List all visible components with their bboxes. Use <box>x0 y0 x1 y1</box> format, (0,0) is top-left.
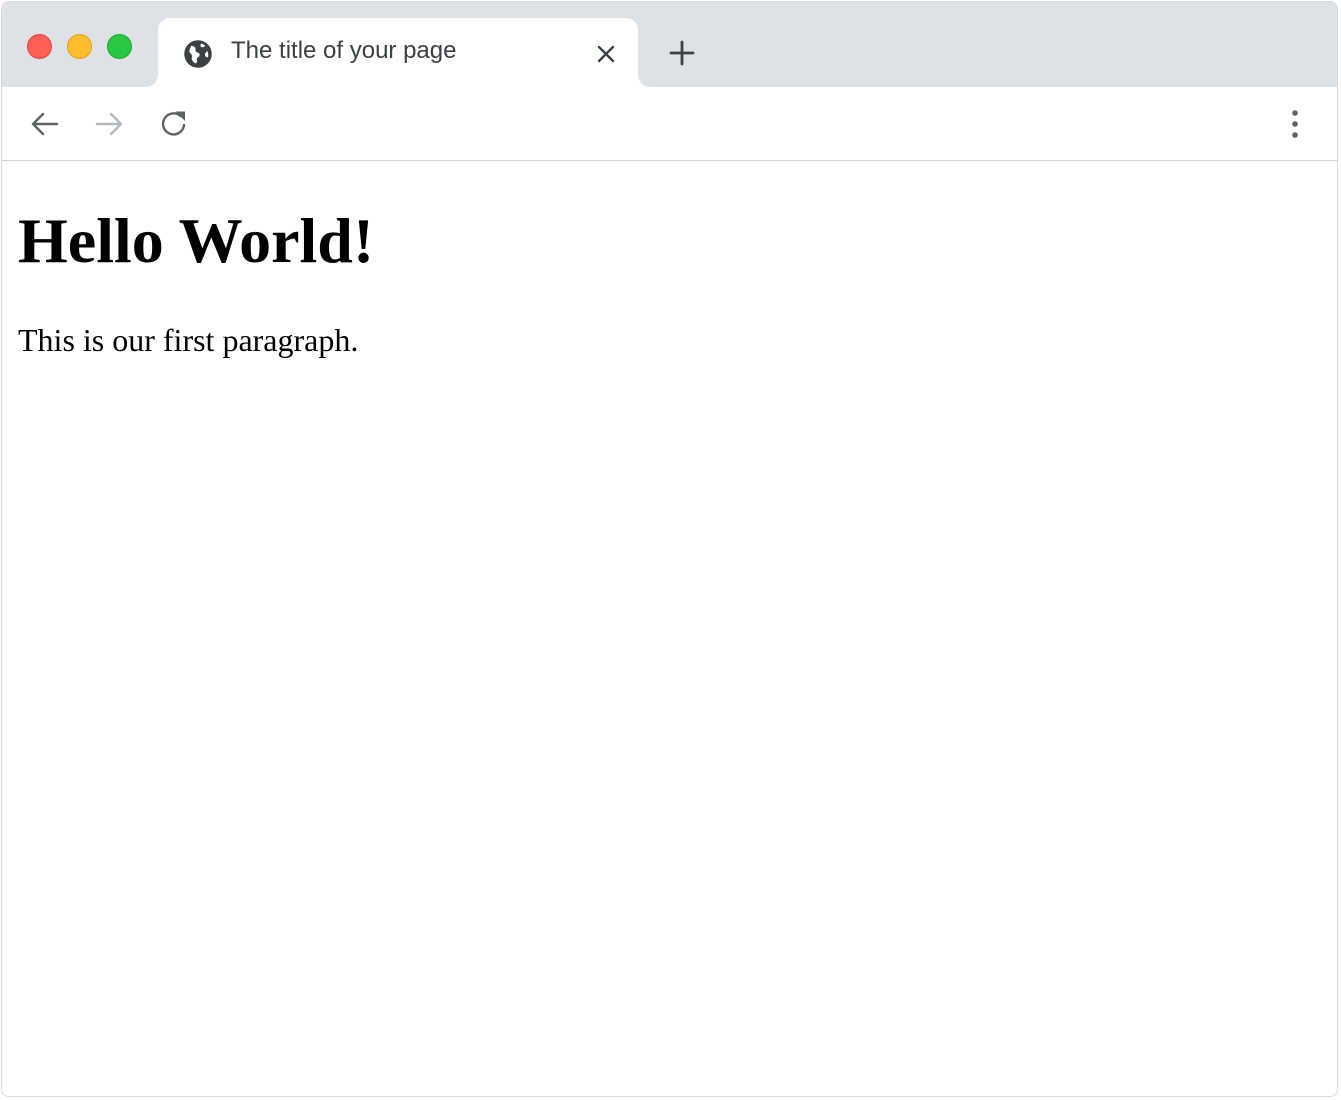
reload-icon[interactable] <box>157 107 191 141</box>
page-heading: Hello World! <box>18 205 375 276</box>
plus-icon[interactable] <box>668 39 696 67</box>
page-paragraph: This is our first paragraph. <box>18 322 359 358</box>
arrow-right-icon[interactable] <box>92 107 126 141</box>
arrow-left-icon[interactable] <box>28 107 62 141</box>
browser-window: The title of your page Hello World! This… <box>1 1 1338 1097</box>
tab-title: The title of your page <box>231 37 457 64</box>
tab-strip: The title of your page <box>2 2 1337 87</box>
globe-icon <box>184 40 212 68</box>
browser-toolbar <box>2 87 1337 161</box>
tab-active[interactable]: The title of your page <box>158 18 638 87</box>
page-viewport: Hello World! This is our first paragraph… <box>2 161 1337 1096</box>
more-vertical-icon[interactable] <box>1280 107 1310 141</box>
window-close-button[interactable] <box>27 34 52 59</box>
close-icon[interactable] <box>594 42 618 66</box>
window-zoom-button[interactable] <box>107 34 132 59</box>
window-minimize-button[interactable] <box>67 34 92 59</box>
